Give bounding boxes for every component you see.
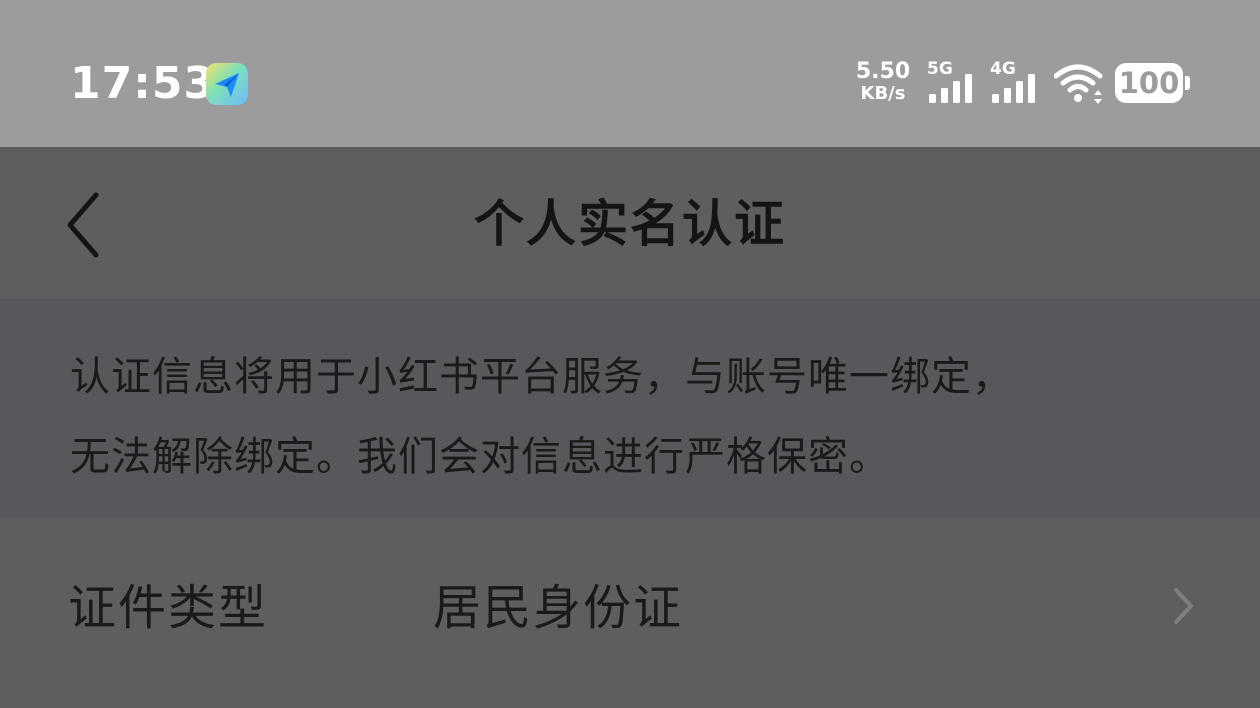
status-bar: 17:53 5.50 KB/s 5G 4G 100 xyxy=(0,0,1260,147)
notice-line-1: 认证信息将用于小红书平台服务，与账号唯一绑定， xyxy=(70,354,1013,400)
id-type-row[interactable]: 证件类型 居民身份证 xyxy=(0,518,1260,698)
notice-banner: 认证信息将用于小红书平台服务，与账号唯一绑定， 无法解除绑定。我们会对信息进行严… xyxy=(0,299,1260,518)
id-type-label: 证件类型 xyxy=(68,580,269,636)
network-speed-unit: KB/s xyxy=(860,83,906,104)
wifi-icon xyxy=(1053,62,1106,106)
network-speed: 5.50 KB/s xyxy=(852,61,914,105)
battery-tip xyxy=(1185,76,1190,90)
battery-indicator: 100 xyxy=(1115,63,1191,103)
signal-bars-icon xyxy=(992,74,1035,103)
chevron-right-icon xyxy=(1174,588,1193,624)
notice-text: 认证信息将用于小红书平台服务，与账号唯一绑定， 无法解除绑定。我们会对信息进行严… xyxy=(70,337,1200,497)
signal-4g: 4G xyxy=(990,60,1042,106)
page-title: 个人实名认证 xyxy=(474,195,786,253)
id-type-value: 居民身份证 xyxy=(433,580,684,636)
battery-level: 100 xyxy=(1118,66,1180,100)
signal-bars-icon xyxy=(929,74,972,103)
nav-bar: 个人实名认证 xyxy=(0,147,1260,299)
paper-plane-icon xyxy=(206,63,248,105)
status-time: 17:53 xyxy=(70,58,216,109)
signal-5g: 5G xyxy=(927,60,979,106)
notice-line-2: 无法解除绑定。我们会对信息进行严格保密。 xyxy=(70,434,890,480)
network-speed-value: 5.50 xyxy=(855,59,911,84)
